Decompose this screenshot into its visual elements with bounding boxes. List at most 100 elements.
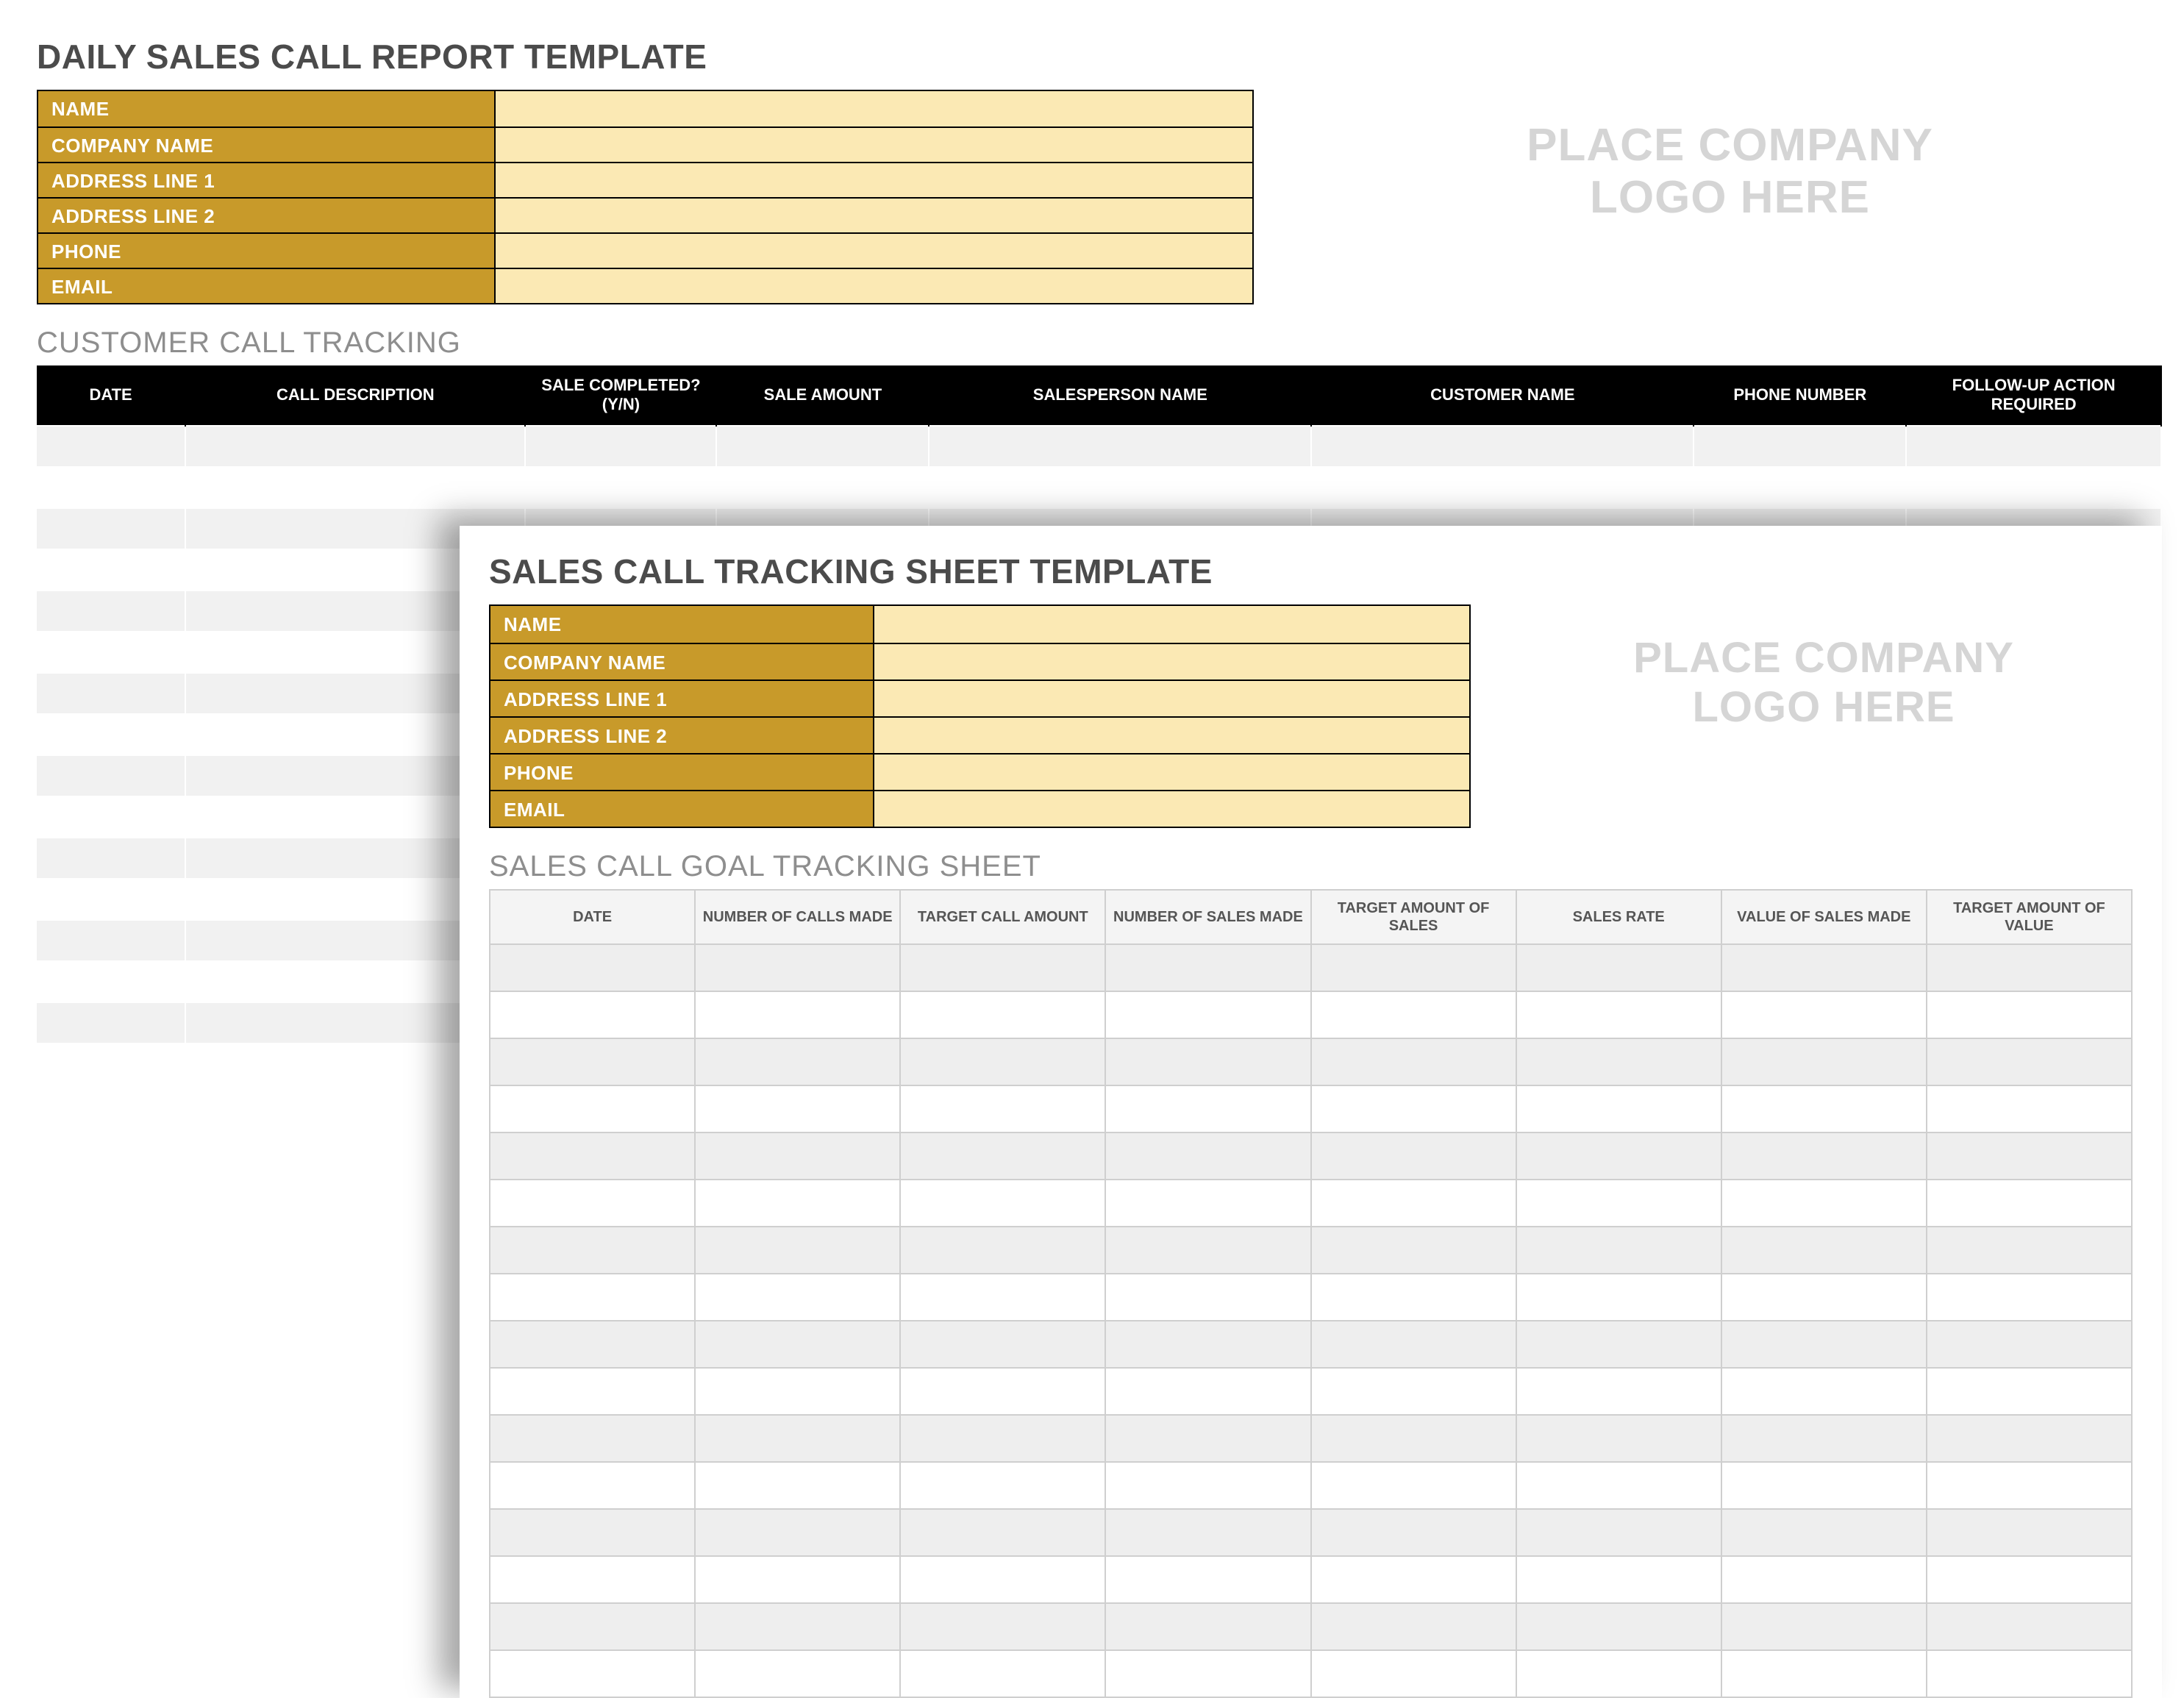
- table-cell[interactable]: [1105, 1556, 1310, 1603]
- table-cell[interactable]: [37, 467, 185, 508]
- table-cell[interactable]: [1927, 1603, 2132, 1650]
- info-value[interactable]: [494, 163, 1252, 197]
- table-cell[interactable]: [1105, 1085, 1310, 1132]
- table-cell[interactable]: [695, 1321, 900, 1368]
- table-cell[interactable]: [37, 755, 185, 796]
- table-cell[interactable]: [1927, 1227, 2132, 1274]
- table-cell[interactable]: [490, 1556, 695, 1603]
- table-cell[interactable]: [695, 1227, 900, 1274]
- table-cell[interactable]: [185, 426, 525, 467]
- table-cell[interactable]: [1105, 1038, 1310, 1085]
- table-cell[interactable]: [37, 673, 185, 714]
- info-value[interactable]: [873, 644, 1469, 679]
- table-cell[interactable]: [1311, 426, 1694, 467]
- table-cell[interactable]: [1311, 1038, 1516, 1085]
- table-cell[interactable]: [900, 1180, 1105, 1227]
- table-cell[interactable]: [1105, 1321, 1310, 1368]
- table-cell[interactable]: [695, 1180, 900, 1227]
- table-cell[interactable]: [900, 1132, 1105, 1180]
- table-cell[interactable]: [1927, 1368, 2132, 1415]
- table-cell[interactable]: [1721, 1650, 1927, 1697]
- table-cell[interactable]: [1516, 1132, 1721, 1180]
- table-cell[interactable]: [695, 1509, 900, 1556]
- table-cell[interactable]: [525, 426, 716, 467]
- table-cell[interactable]: [1105, 1462, 1310, 1509]
- table-cell[interactable]: [1516, 991, 1721, 1038]
- table-cell[interactable]: [900, 1085, 1105, 1132]
- table-cell[interactable]: [1516, 1556, 1721, 1603]
- table-cell[interactable]: [1721, 991, 1927, 1038]
- table-cell[interactable]: [1105, 991, 1310, 1038]
- table-cell[interactable]: [1927, 1556, 2132, 1603]
- table-cell[interactable]: [1721, 1462, 1927, 1509]
- table-cell[interactable]: [1105, 1132, 1310, 1180]
- table-cell[interactable]: [1906, 426, 2161, 467]
- table-cell[interactable]: [37, 549, 185, 591]
- table-cell[interactable]: [1311, 1650, 1516, 1697]
- table-cell[interactable]: [1721, 1085, 1927, 1132]
- table-cell[interactable]: [490, 1509, 695, 1556]
- table-cell[interactable]: [929, 467, 1311, 508]
- table-cell[interactable]: [37, 426, 185, 467]
- table-cell[interactable]: [490, 1085, 695, 1132]
- table-cell[interactable]: [490, 1368, 695, 1415]
- table-cell[interactable]: [1516, 1415, 1721, 1462]
- table-cell[interactable]: [490, 1321, 695, 1368]
- table-cell[interactable]: [1516, 1038, 1721, 1085]
- table-cell[interactable]: [1721, 1556, 1927, 1603]
- table-cell[interactable]: [37, 1044, 185, 1085]
- table-cell[interactable]: [1311, 991, 1516, 1038]
- table-cell[interactable]: [37, 1002, 185, 1044]
- table-cell[interactable]: [1927, 1038, 2132, 1085]
- table-cell[interactable]: [490, 1650, 695, 1697]
- table-cell[interactable]: [1721, 1509, 1927, 1556]
- table-cell[interactable]: [490, 1180, 695, 1227]
- table-cell[interactable]: [1311, 1556, 1516, 1603]
- table-cell[interactable]: [1516, 1321, 1721, 1368]
- info-value[interactable]: [494, 128, 1252, 162]
- table-cell[interactable]: [1927, 1085, 2132, 1132]
- table-cell[interactable]: [1311, 1509, 1516, 1556]
- table-cell[interactable]: [695, 1415, 900, 1462]
- table-cell[interactable]: [900, 1556, 1105, 1603]
- info-value[interactable]: [873, 681, 1469, 716]
- table-cell[interactable]: [1311, 1180, 1516, 1227]
- table-cell[interactable]: [695, 1274, 900, 1321]
- table-cell[interactable]: [1927, 1132, 2132, 1180]
- table-cell[interactable]: [900, 944, 1105, 991]
- table-cell[interactable]: [1721, 1180, 1927, 1227]
- table-cell[interactable]: [37, 796, 185, 838]
- info-value[interactable]: [494, 234, 1252, 268]
- table-cell[interactable]: [490, 944, 695, 991]
- table-cell[interactable]: [1927, 1415, 2132, 1462]
- table-cell[interactable]: [1927, 991, 2132, 1038]
- table-cell[interactable]: [1694, 426, 1906, 467]
- table-cell[interactable]: [1721, 1132, 1927, 1180]
- table-cell[interactable]: [490, 1038, 695, 1085]
- table-cell[interactable]: [695, 1462, 900, 1509]
- table-cell[interactable]: [1694, 467, 1906, 508]
- table-cell[interactable]: [900, 1274, 1105, 1321]
- table-cell[interactable]: [1516, 1180, 1721, 1227]
- table-cell[interactable]: [1927, 1509, 2132, 1556]
- table-cell[interactable]: [1516, 1227, 1721, 1274]
- table-cell[interactable]: [1311, 1462, 1516, 1509]
- table-cell[interactable]: [37, 508, 185, 549]
- info-value[interactable]: [873, 791, 1469, 827]
- table-cell[interactable]: [1311, 1415, 1516, 1462]
- table-cell[interactable]: [185, 467, 525, 508]
- table-cell[interactable]: [1516, 1085, 1721, 1132]
- table-cell[interactable]: [1105, 1180, 1310, 1227]
- table-cell[interactable]: [1721, 1603, 1927, 1650]
- table-cell[interactable]: [695, 1038, 900, 1085]
- table-cell[interactable]: [1105, 1509, 1310, 1556]
- table-cell[interactable]: [490, 1603, 695, 1650]
- table-cell[interactable]: [37, 632, 185, 673]
- table-cell[interactable]: [1105, 1603, 1310, 1650]
- table-cell[interactable]: [1311, 1321, 1516, 1368]
- table-cell[interactable]: [1721, 944, 1927, 991]
- table-cell[interactable]: [1311, 944, 1516, 991]
- table-cell[interactable]: [1927, 944, 2132, 991]
- table-cell[interactable]: [1105, 1650, 1310, 1697]
- table-cell[interactable]: [900, 1462, 1105, 1509]
